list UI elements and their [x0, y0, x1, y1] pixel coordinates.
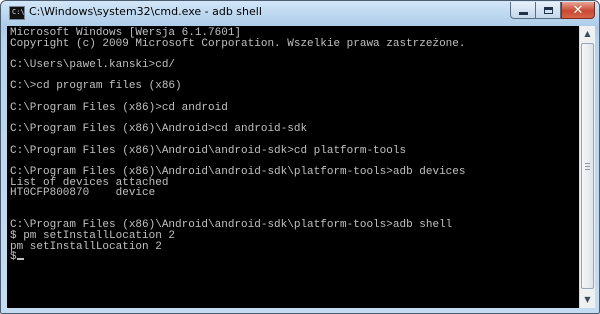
window-title: C:\Windows\system32\cmd.exe - adb shell — [29, 5, 262, 18]
console-line-text: $ — [10, 251, 17, 264]
minimize-button[interactable] — [510, 2, 536, 19]
console-line: C:\Users\pawel.kanski>cd/ — [10, 60, 465, 71]
console-line: HT0CFP800870 device — [10, 188, 465, 199]
maximize-icon — [543, 6, 553, 14]
console-line: Copyright (c) 2009 Microsoft Corporation… — [10, 37, 466, 50]
vertical-scrollbar[interactable]: ▲ ▼ — [579, 26, 595, 308]
maximize-button[interactable] — [536, 2, 561, 19]
console-line: pm setInstallLocation 2 — [10, 240, 465, 253]
console-line-text: C:\Users\pawel.kanski>cd/ — [10, 59, 176, 72]
console-line-text: HT0CFP800870 device — [10, 187, 156, 200]
console-line-text: pm setInstallLocation 2 — [10, 240, 162, 253]
console-output-area[interactable]: Microsoft Windows [Wersja 6.1.7601] Copyr… — [7, 26, 579, 308]
scroll-grip-icon — [585, 163, 590, 170]
close-button[interactable]: ✕ — [561, 2, 595, 19]
console-line-text: C:\Program Files (x86)\Android>cd androi… — [10, 123, 308, 136]
console-line: C:\Program Files (x86)\Android\android-s… — [10, 144, 465, 157]
console-line: C:\Program Files (x86)>cd android — [10, 101, 465, 114]
console-lines: Microsoft Windows [Wersja 6.1.7601] Copyr… — [10, 28, 465, 263]
title-bar[interactable]: C:\ C:\Windows\system32\cmd.exe - adb sh… — [1, 1, 599, 25]
close-icon: ✕ — [572, 2, 584, 18]
console-line-text: C:\Program Files (x86)\Android\android-s… — [10, 144, 407, 157]
text-cursor — [16, 258, 24, 261]
console-line: C:\Program Files (x86)\Android>cd androi… — [10, 124, 465, 135]
console-line-text: C:\Program Files (x86)>cd android — [10, 101, 228, 114]
minimize-icon — [518, 11, 528, 15]
console-line: C:\>cd program files (x86) — [10, 81, 465, 92]
scroll-thumb[interactable] — [581, 43, 594, 289]
scroll-down-arrow-icon[interactable]: ▼ — [580, 292, 595, 308]
console-line: $ — [10, 252, 465, 263]
console-line-text: C:\>cd program files (x86) — [10, 80, 182, 93]
cmd-console-icon[interactable]: C:\ — [9, 6, 25, 20]
app-icon-glyph: C:\ — [12, 8, 25, 16]
scroll-up-arrow-icon[interactable]: ▲ — [580, 26, 595, 42]
console-line-text: Copyright (c) 2009 Microsoft Corporation… — [10, 37, 466, 50]
console-window: C:\ C:\Windows\system32\cmd.exe - adb sh… — [0, 0, 600, 314]
